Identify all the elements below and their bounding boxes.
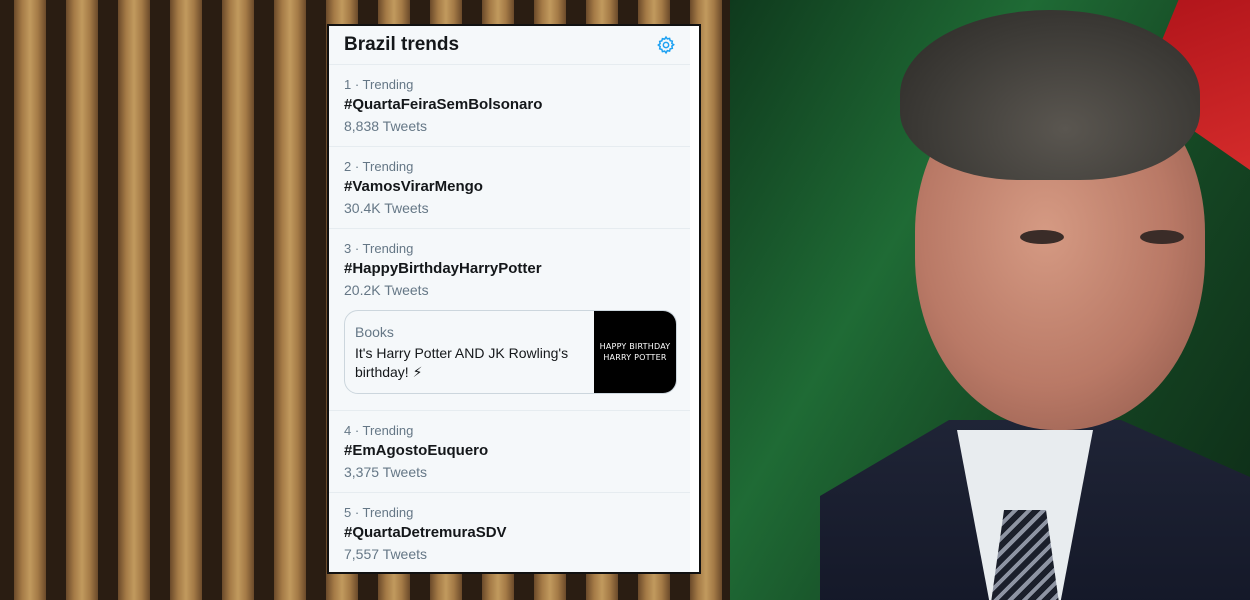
trend-context-card[interactable]: Books It's Harry Potter AND JK Rowling's… xyxy=(344,310,677,394)
trend-tweet-count: 7,557 Tweets xyxy=(344,546,428,562)
trend-tweet-count: 30.4K Tweets xyxy=(344,200,429,216)
trends-list-container: Brazil trends 1 · Trending #QuartaFeiraS… xyxy=(329,26,692,572)
portrait-photo xyxy=(730,0,1250,600)
trend-item-3[interactable]: 3 · Trending #HappyBirthdayHarryPotter 2… xyxy=(329,229,692,411)
trend-rank: 4 · Trending xyxy=(344,423,414,438)
trend-item-5[interactable]: 5 · Trending #QuartaDetremuraSDV 7,557 T… xyxy=(329,493,692,572)
trend-tweet-count: 20.2K Tweets xyxy=(344,282,429,298)
left-eye xyxy=(1020,230,1064,244)
gear-icon[interactable] xyxy=(654,33,678,57)
trend-hashtag: #EmAgostoEuquero xyxy=(344,442,489,459)
scrollbar[interactable] xyxy=(690,26,699,572)
trend-rank: 5 · Trending xyxy=(344,505,414,520)
card-text: Books It's Harry Potter AND JK Rowling's… xyxy=(345,311,594,393)
trend-rank: 3 · Trending xyxy=(344,241,414,256)
trend-item-1[interactable]: 1 · Trending #QuartaFeiraSemBolsonaro 8,… xyxy=(329,65,692,147)
trend-item-2[interactable]: 2 · Trending #VamosVirarMengo 30.4K Twee… xyxy=(329,147,692,229)
person-figure xyxy=(820,10,1250,600)
trend-rank: 2 · Trending xyxy=(344,159,414,174)
trends-panel: Brazil trends 1 · Trending #QuartaFeiraS… xyxy=(327,24,701,574)
trend-rank: 1 · Trending xyxy=(344,77,414,92)
card-description: It's Harry Potter AND JK Rowling's birth… xyxy=(355,345,569,380)
thumbnail-text-line-2: HARRY POTTER xyxy=(603,353,667,362)
thumbnail-text-line-1: HAPPY BIRTHDAY xyxy=(599,342,671,351)
panel-title: Brazil trends xyxy=(344,34,460,55)
trend-tweet-count: 3,375 Tweets xyxy=(344,464,428,480)
trend-hashtag: #QuartaFeiraSemBolsonaro xyxy=(344,96,543,113)
trend-item-4[interactable]: 4 · Trending #EmAgostoEuquero 3,375 Twee… xyxy=(329,411,692,493)
trend-tweet-count: 8,838 Tweets xyxy=(344,118,428,134)
card-thumbnail-image: HAPPY BIRTHDAY HARRY POTTER xyxy=(594,311,676,393)
trend-hashtag: #VamosVirarMengo xyxy=(344,178,483,195)
hair xyxy=(900,10,1200,180)
trend-hashtag: #QuartaDetremuraSDV xyxy=(344,524,507,541)
trend-hashtag: #HappyBirthdayHarryPotter xyxy=(344,260,542,277)
trends-header: Brazil trends xyxy=(329,26,692,65)
card-category: Books xyxy=(355,324,394,340)
right-eye xyxy=(1140,230,1184,244)
